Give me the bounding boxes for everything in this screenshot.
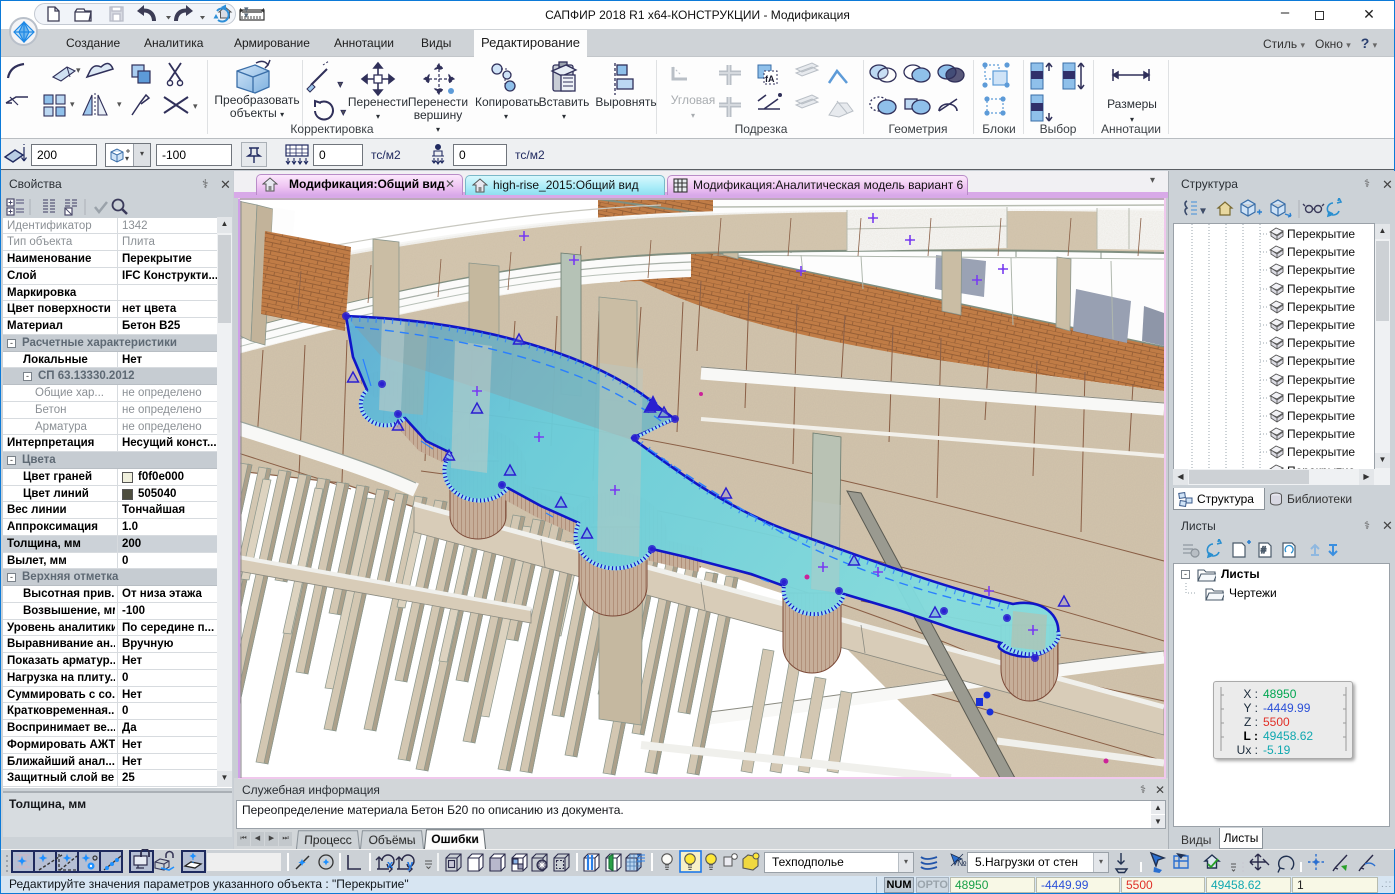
svg-text:y: y: [407, 859, 414, 871]
svg-text:Перекрытие: Перекрытие: [1287, 227, 1355, 241]
svg-text:Перекрытие: Перекрытие: [1287, 373, 1355, 387]
svg-text:Перекрытие: Перекрытие: [1287, 263, 1355, 277]
svg-text:Перекрытие: Перекрытие: [1287, 391, 1355, 405]
svg-text:▾: ▾: [76, 65, 81, 75]
svg-text:Перекрытие: Перекрытие: [1287, 245, 1355, 259]
svg-text:▾: ▾: [338, 79, 343, 89]
svg-text:№: №: [957, 858, 967, 868]
svg-text:▾: ▾: [125, 154, 129, 163]
svg-text:#: #: [1261, 545, 1266, 555]
svg-text:Перекрытие: Перекрытие: [1287, 445, 1355, 459]
svg-text:Перекрытие: Перекрытие: [1287, 336, 1355, 350]
svg-text:▾: ▾: [117, 99, 122, 109]
svg-text:Перекрытие: Перекрытие: [1287, 409, 1355, 423]
svg-text:▾: ▾: [193, 101, 198, 111]
svg-text:Перекрытие: Перекрытие: [1287, 282, 1355, 296]
svg-text:x: x: [387, 859, 394, 871]
svg-text:▾: ▾: [1201, 206, 1205, 215]
svg-text:▾: ▾: [341, 107, 346, 117]
svg-text:Перекрытие: Перекрытие: [1287, 427, 1355, 441]
svg-text:Перекрытие: Перекрытие: [1287, 300, 1355, 314]
svg-text:Перекрытие: Перекрытие: [1287, 318, 1355, 332]
svg-text:▾: ▾: [70, 99, 75, 109]
svg-text:fA: fA: [765, 74, 775, 84]
svg-text:Перекрытие: Перекрытие: [1287, 354, 1355, 368]
